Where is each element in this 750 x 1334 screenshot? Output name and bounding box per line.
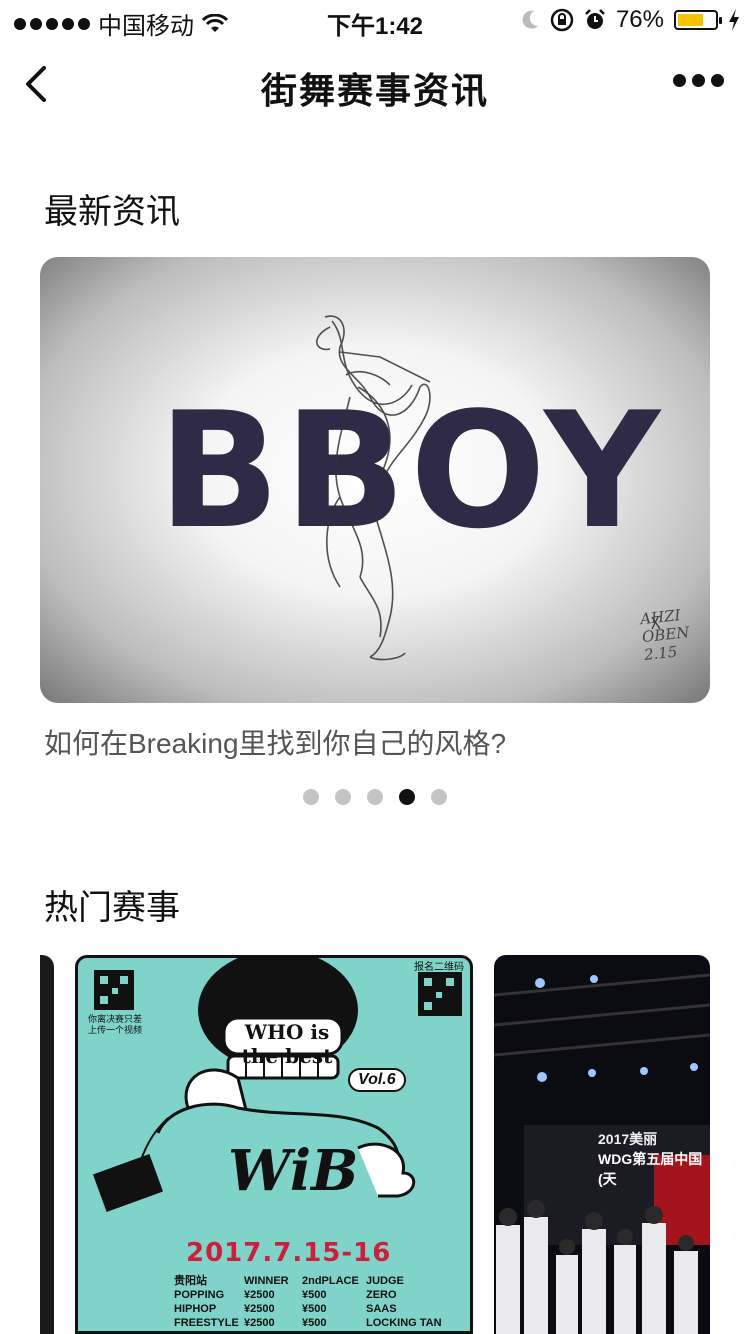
poster-table-cell: POPPING [174, 1289, 225, 1301]
news-banner[interactable]: BBOY AHZI OBEN 2.15 [40, 257, 710, 703]
poster-table-cell: 2ndPLACE [302, 1275, 359, 1287]
poster-table-cell: WINNER [244, 1275, 289, 1287]
moon-icon [522, 10, 538, 29]
poster-table-cell: ¥2500 [244, 1317, 275, 1329]
poster-table-cell: ¥500 [302, 1303, 327, 1315]
poster-table-header: 贵阳站 WINNER 2ndPLACE JUDGE [174, 1274, 442, 1288]
section-title-events: 热门赛事 [44, 889, 180, 927]
status-bar: 中国移动 下午1:42 76% [0, 0, 750, 40]
carousel-dot[interactable] [303, 789, 319, 805]
carousel-dot-active[interactable] [399, 789, 415, 805]
poster-table-cell: ¥2500 [244, 1303, 275, 1315]
poster-table-row: HIPHOP ¥2500 ¥500 SAAS [174, 1302, 442, 1316]
poster-qr-right-label: 报名二维码 [414, 962, 464, 973]
poster-table: 贵阳站 WINNER 2ndPLACE JUDGE POPPING ¥2500 … [174, 1274, 442, 1330]
event-card-wib[interactable]: WHO is the best Vol.6 WiB 你离决赛只差 上传一个视频 … [75, 955, 473, 1334]
battery-icon [674, 10, 722, 30]
poster-qr-left-label: 你离决赛只差 上传一个视频 [88, 1014, 143, 1035]
poster-table-cell: ¥2500 [244, 1289, 275, 1301]
carousel-dot[interactable] [367, 789, 383, 805]
poster-head-text: WHO is the best [241, 1020, 333, 1068]
poster-logo: WiB [228, 1138, 359, 1204]
poster-table-row: FREESTYLE ¥2500 ¥500 LOCKING TAN [174, 1316, 442, 1330]
banner-caption[interactable]: 如何在Breaking里找到你自己的风格? [44, 722, 506, 762]
page-title: 街舞赛事资讯 [260, 70, 489, 111]
poster-table-cell: ¥500 [302, 1317, 327, 1329]
poster-table-cell: SAAS [366, 1303, 397, 1315]
poster-table-cell: ¥500 [302, 1289, 327, 1301]
status-right: 76% [520, 6, 740, 34]
stage-banner-text: 2017美丽 [598, 1131, 658, 1147]
battery-percent: 76% [615, 6, 664, 33]
poster-table-cell: JUDGE [366, 1275, 404, 1287]
poster-table-cell: ZERO [366, 1289, 397, 1301]
carousel-dot[interactable] [431, 789, 447, 805]
poster-vol-label: Vol.6 [348, 1068, 406, 1092]
poster-table-cell: LOCKING TAN [366, 1317, 442, 1329]
poster-table-cell: 贵阳站 [174, 1275, 207, 1287]
rotation-lock-icon [550, 8, 574, 32]
alarm-icon [585, 9, 605, 29]
poster-table-cell: FREESTYLE [174, 1317, 239, 1329]
poster-table-cell: HIPHOP [174, 1303, 217, 1315]
carousel-dot[interactable] [335, 789, 351, 805]
event-card-previous[interactable] [40, 955, 54, 1334]
nav-bar: 街舞赛事资讯 [0, 44, 750, 124]
poster-date: 2017.7.15-16 [186, 1238, 392, 1268]
poster-table-row: POPPING ¥2500 ¥500 ZERO [174, 1288, 442, 1302]
event-card-wdg[interactable]: 2017美丽 WDG第五届中国(天 [494, 955, 710, 1334]
section-title-news: 最新资讯 [44, 193, 180, 231]
carousel-dots [0, 789, 750, 805]
dancer-sketch-illustration [316, 315, 661, 661]
stage-subtitle-text: WDG第五届中国(天 [598, 1151, 703, 1187]
artist-signature: AHZI OBEN 2.15 [639, 606, 691, 664]
charging-icon [729, 9, 739, 31]
more-icon[interactable] [673, 74, 724, 87]
